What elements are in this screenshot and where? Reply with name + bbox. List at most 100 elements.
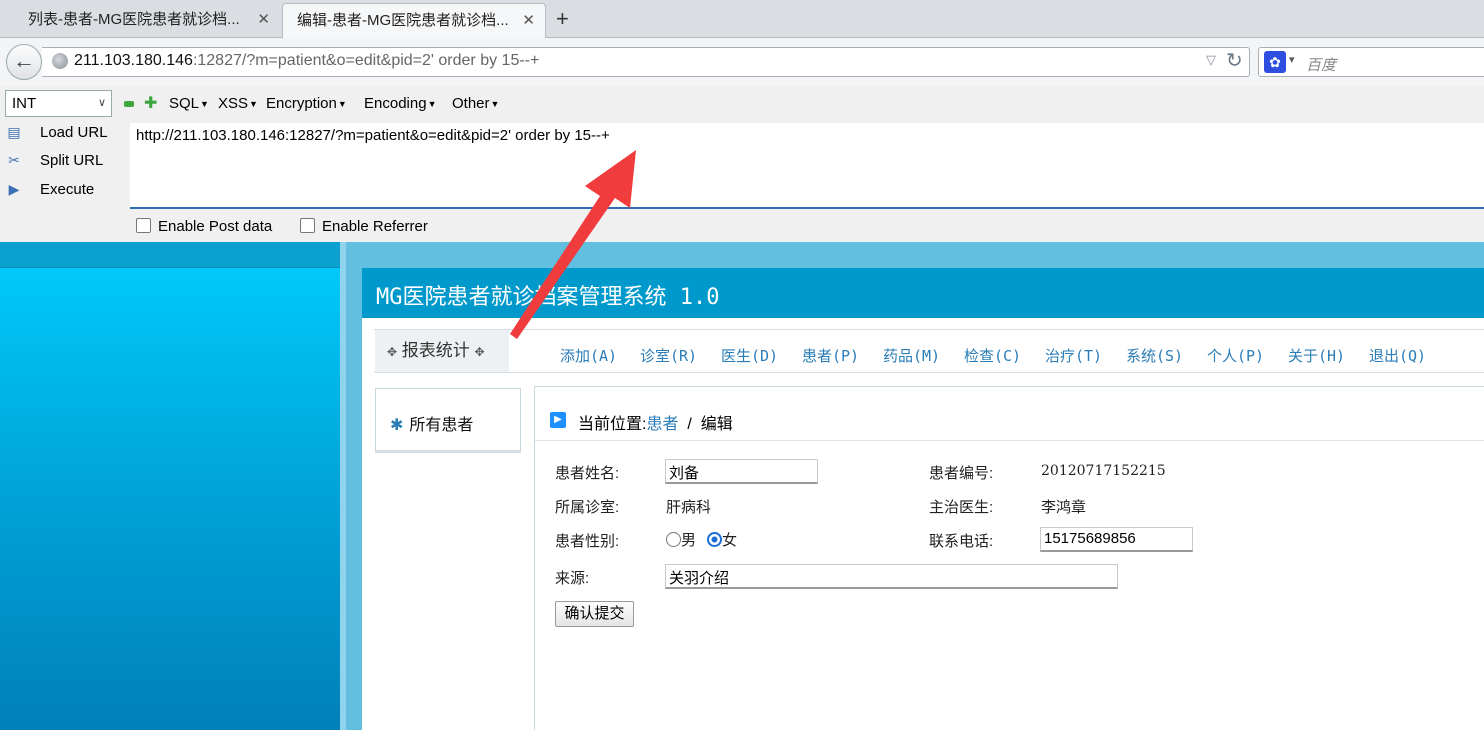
source-label: 来源:: [555, 570, 590, 587]
menu-title-label: 报表统计: [401, 341, 470, 360]
menu-title: ✥ 报表统计 ✥: [375, 330, 509, 372]
encoding-select[interactable]: INT ∨: [5, 90, 112, 117]
execute-button[interactable]: ▶ Execute: [4, 181, 95, 205]
gender-female-label: 女: [722, 532, 738, 549]
radio-male[interactable]: [666, 532, 681, 547]
caret-down-icon: ▼: [427, 99, 437, 110]
breadcrumb-divider: [535, 440, 1484, 441]
phone-label: 联系电话:: [929, 533, 994, 550]
split-url-button[interactable]: ✂ Split URL: [4, 152, 103, 176]
execute-label: Execute: [40, 181, 95, 198]
url-text[interactable]: 211.103.180.146:12827/?m=patient&o=edit&…: [74, 52, 539, 70]
doctor-value: 李鸿章: [1041, 499, 1087, 516]
site-identity-icon[interactable]: [52, 53, 68, 69]
encoding-select-value: INT: [12, 95, 37, 112]
url-host: 211.103.180.146: [74, 52, 193, 69]
patient-id-label: 患者编号:: [929, 465, 994, 482]
tab-label: 列表-患者-MG医院患者就诊档...: [28, 11, 240, 28]
sidebar-item-label: 所有患者: [409, 417, 474, 434]
back-arrow-icon: ←: [13, 48, 35, 73]
menu-xss[interactable]: XSS▼: [218, 95, 258, 112]
submit-button[interactable]: 确认提交: [555, 601, 634, 627]
checkbox-box[interactable]: [136, 218, 151, 233]
enable-referrer-label: Enable Referrer: [322, 218, 428, 235]
tab-patient-edit[interactable]: 编辑-患者-MG医院患者就诊档... ✕: [282, 3, 546, 38]
menu-sql[interactable]: SQL▼: [169, 95, 209, 112]
clinic-label: 所属诊室:: [555, 499, 620, 516]
nav-treatment[interactable]: 治疗(T): [1045, 345, 1102, 366]
nav-about[interactable]: 关于(H): [1288, 345, 1345, 366]
menu-label: SQL: [169, 95, 200, 112]
nav-medicine[interactable]: 药品(M): [883, 345, 940, 366]
nav-add[interactable]: 添加(A): [560, 345, 617, 366]
increase-icon[interactable]: ✚: [144, 96, 157, 112]
url-rest: :12827/?m=patient&o=edit&pid=2' order by…: [192, 52, 540, 69]
app-title: MG医院患者就诊档案管理系统 1.0: [376, 285, 720, 310]
radio-female[interactable]: [707, 532, 722, 547]
close-icon[interactable]: ✕: [522, 4, 535, 37]
load-url-button[interactable]: ▤ Load URL: [4, 124, 108, 148]
nav-patient[interactable]: 患者(P): [802, 345, 859, 366]
move-icon: ✥: [474, 345, 485, 359]
nav-system[interactable]: 系统(S): [1126, 345, 1183, 366]
nav-clinic[interactable]: 诊室(R): [640, 345, 697, 366]
scissors-icon: ✂: [8, 152, 20, 169]
checkbox-box[interactable]: [300, 218, 315, 233]
tab-patient-list[interactable]: 列表-患者-MG医院患者就诊档... ✕: [14, 3, 280, 38]
reload-icon[interactable]: ↻: [1226, 48, 1243, 73]
gender-label: 患者性别:: [555, 533, 620, 550]
caret-down-icon: ▼: [490, 99, 500, 110]
close-icon[interactable]: ✕: [257, 3, 270, 36]
caret-down-icon: ▼: [337, 99, 347, 110]
nav-logout[interactable]: 退出(Q): [1369, 345, 1426, 366]
search-engine-dropdown-icon[interactable]: ▾: [1289, 53, 1295, 66]
gender-male-label: 男: [681, 532, 697, 549]
breadcrumb-current: 编辑: [700, 416, 733, 433]
nav-doctor[interactable]: 医生(D): [721, 345, 778, 366]
search-placeholder[interactable]: 百度: [1306, 54, 1336, 75]
panel-separator: [340, 242, 346, 730]
enable-referrer-checkbox[interactable]: Enable Referrer: [300, 218, 428, 235]
decrease-icon[interactable]: [124, 101, 134, 107]
patient-name-label: 患者姓名:: [555, 465, 620, 482]
clinic-value: 肝病科: [666, 499, 712, 516]
move-icon: ✥: [387, 345, 398, 359]
gender-male-option[interactable]: 男: [666, 529, 696, 550]
play-icon: ▶: [8, 181, 20, 198]
gender-female-option[interactable]: 女: [707, 529, 737, 550]
load-url-label: Load URL: [40, 124, 108, 141]
caret-down-icon: ▼: [249, 99, 258, 110]
sidebar-item-all-patients[interactable]: ✱ 所有患者: [390, 411, 473, 435]
phone-input[interactable]: 15175689856: [1040, 527, 1193, 552]
patient-name-input[interactable]: 刘备: [665, 459, 818, 484]
hackbar-url-textarea[interactable]: http://211.103.180.146:12827/?m=patient&…: [130, 123, 1484, 209]
baidu-paw-icon[interactable]: ✿: [1264, 51, 1286, 73]
breadcrumb-link-patient[interactable]: 患者: [646, 416, 678, 433]
menu-label: Encoding: [364, 95, 427, 112]
menu-label: Other: [452, 95, 490, 112]
nav-personal[interactable]: 个人(P): [1207, 345, 1264, 366]
load-url-icon: ▤: [7, 124, 21, 141]
left-gradient-panel: [0, 242, 340, 730]
tab-label: 编辑-患者-MG医院患者就诊档...: [297, 12, 509, 29]
enable-post-label: Enable Post data: [158, 218, 273, 235]
source-input[interactable]: 关羽介绍: [665, 564, 1118, 589]
url-history-dropdown-icon[interactable]: ▽: [1206, 52, 1216, 68]
menu-encryption[interactable]: Encryption▼: [266, 95, 347, 112]
star-icon: ✱: [390, 417, 404, 434]
breadcrumb: 当前位置:患者 / 编辑: [578, 410, 733, 434]
chevron-down-icon: ∨: [97, 97, 106, 109]
new-tab-button[interactable]: +: [556, 4, 569, 34]
form-panel: [534, 386, 1484, 730]
breadcrumb-separator: /: [687, 416, 692, 433]
back-button[interactable]: ←: [6, 44, 42, 80]
menu-label: Encryption: [266, 95, 337, 112]
menu-encoding[interactable]: Encoding▼: [364, 95, 436, 112]
nav-examination[interactable]: 检查(C): [964, 345, 1021, 366]
breadcrumb-prefix: 当前位置:: [578, 416, 647, 433]
split-url-label: Split URL: [40, 152, 104, 169]
left-header-strip: [0, 242, 340, 268]
play-icon: ▶: [550, 412, 566, 428]
menu-other[interactable]: Other▼: [452, 95, 499, 112]
enable-post-checkbox[interactable]: Enable Post data: [136, 218, 272, 235]
